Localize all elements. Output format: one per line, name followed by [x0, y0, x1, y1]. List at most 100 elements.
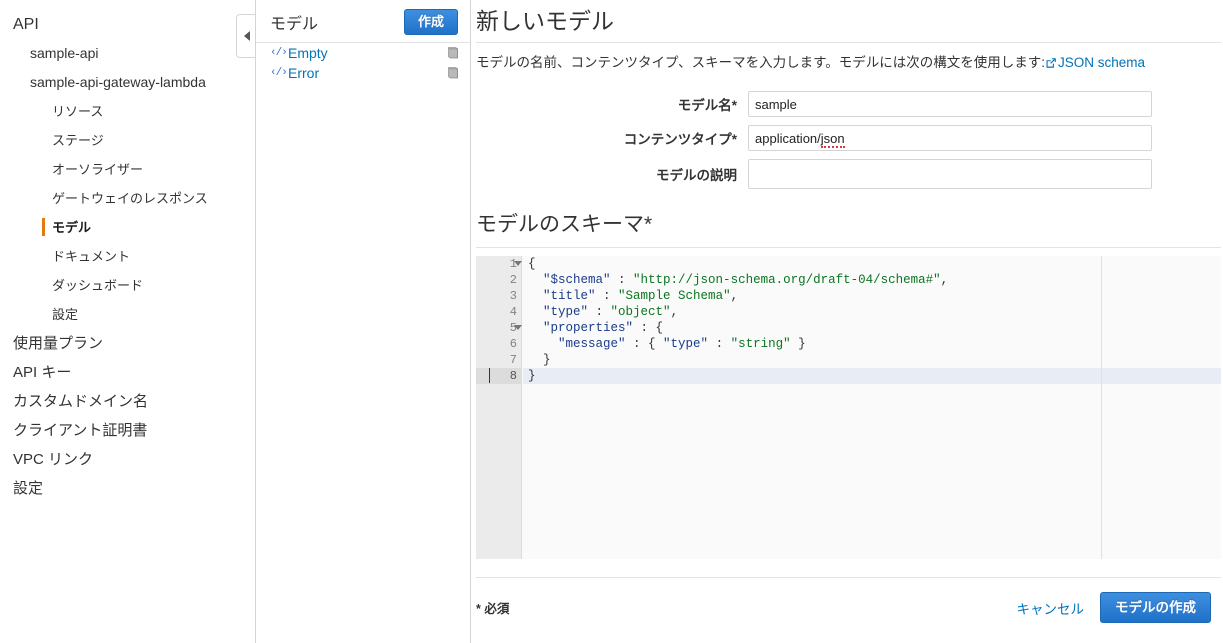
main-content: 新しいモデル モデルの名前、コンテンツタイプ、スキーマを入力します。モデルには次…: [471, 0, 1223, 643]
editor-code-line: {: [528, 257, 536, 271]
form-field-label: モデルの説明: [656, 168, 737, 183]
sidebar-selected-indicator: [42, 218, 45, 236]
editor-line-number: 6: [509, 337, 517, 351]
editor-code-line: }: [523, 368, 1221, 384]
editor-code-line: "$schema" : "http://json-schema.org/draf…: [543, 273, 949, 287]
sidebar-item-label: 設定: [52, 307, 79, 322]
sidebar-item-label: ゲートウェイのレスポンス: [52, 191, 208, 206]
sidebar-item-label: 設定: [13, 480, 44, 497]
editor-gutter: 12 3 456 78: [476, 256, 522, 559]
sidebar-item-1[interactable]: sample-api: [0, 39, 255, 68]
book-icon[interactable]: [446, 66, 460, 80]
form-field-label: モデル名*: [677, 98, 737, 113]
schema-divider: [476, 247, 1221, 248]
sidebar-nav-list: API sample-api sample-api-gateway-lambda リソ…: [0, 10, 255, 503]
form-row: モデルの説明: [471, 159, 1221, 189]
form-footer: * 必須 キャンセル モデルの作成: [471, 578, 1221, 623]
sidebar-item-label: モデル: [52, 220, 92, 235]
sidebar-item-label: リソース: [52, 104, 104, 119]
model-name-label: Error: [288, 65, 320, 81]
editor-code-area[interactable]: { "$schema" : "http://json-schema.org/dr…: [523, 256, 1221, 559]
models-list: ‹/› Empty ‹/› Error: [256, 43, 470, 83]
code-brackets-icon: ‹/›: [270, 47, 288, 59]
sidebar-item-label: カスタムドメイン名: [13, 393, 149, 410]
editor-line-number: 4: [509, 305, 517, 319]
sidebar-item-label: オーソライザー: [52, 162, 144, 177]
editor-code-line: }: [528, 353, 551, 367]
sidebar-item-label: sample-api-gateway-lambda: [30, 74, 206, 90]
sidebar-item-13[interactable]: カスタムドメイン名: [0, 387, 255, 416]
model-list-item[interactable]: ‹/› Error: [256, 63, 470, 83]
sidebar-item-0[interactable]: API: [0, 10, 255, 39]
json-schema-link[interactable]: JSON schema: [1045, 55, 1145, 70]
editor-code-line: "title" : "Sample Schema",: [543, 289, 739, 303]
create-model-submit-button[interactable]: モデルの作成: [1100, 592, 1211, 623]
sidebar-item-label: API キー: [13, 364, 72, 381]
sidebar-item-12[interactable]: API キー: [0, 358, 255, 387]
code-brackets-icon: ‹/›: [270, 67, 288, 79]
sidebar-item-label: API: [13, 16, 39, 33]
page-description-text: モデルの名前、コンテンツタイプ、スキーマを入力します。モデルには次の構文を使用し…: [476, 55, 1045, 70]
form-field-input[interactable]: [748, 159, 1152, 189]
external-link-icon: [1046, 58, 1056, 68]
json-schema-link-label: JSON schema: [1058, 55, 1146, 70]
form-row: コンテンツタイプ* application/json: [471, 125, 1221, 151]
sidebar-item-10[interactable]: 設定: [0, 300, 255, 329]
editor-line-number: 1: [476, 256, 522, 272]
book-icon[interactable]: [446, 46, 460, 60]
sidebar-collapse-handle[interactable]: [236, 14, 255, 58]
sidebar-item-9[interactable]: ダッシュボード: [0, 271, 255, 300]
footer-actions: キャンセル モデルの作成: [1017, 592, 1211, 623]
chevron-left-icon: [243, 31, 250, 41]
editor-code-line: "message" : { "type" : "string" }: [558, 337, 806, 351]
sidebar-item-label: VPC リンク: [13, 451, 94, 468]
models-list-title: モデル: [270, 15, 319, 33]
sidebar-item-label: ダッシュボード: [52, 278, 144, 293]
model-list-item[interactable]: ‹/› Empty: [256, 43, 470, 63]
sidebar-item-15[interactable]: VPC リンク: [0, 445, 255, 474]
sidebar-item-label: クライアント証明書: [13, 422, 148, 439]
editor-line-number: 8: [476, 368, 521, 384]
model-form: モデル名* コンテンツタイプ* application/json モデルの説明: [471, 91, 1221, 189]
editor-code-line: "type" : "object",: [543, 305, 679, 319]
sidebar-item-3[interactable]: リソース: [0, 97, 255, 126]
code-fold-toggle-icon[interactable]: [514, 261, 522, 266]
models-list-header: モデル 作成: [256, 0, 470, 43]
sidebar-item-16[interactable]: 設定: [0, 474, 255, 503]
models-list-panel: モデル 作成 ‹/› Empty ‹/› Error: [256, 0, 471, 643]
sidebar-item-5[interactable]: オーソライザー: [0, 155, 255, 184]
sidebar-item-label: 使用量プラン: [13, 335, 104, 352]
editor-caret: [489, 368, 490, 383]
sidebar-item-14[interactable]: クライアント証明書: [0, 416, 255, 445]
schema-code-editor[interactable]: 12 3 456 78 { "$schema" : "http://json-sche…: [476, 256, 1221, 559]
sidebar-item-label: ステージ: [52, 133, 104, 148]
sidebar-item-7[interactable]: モデル: [0, 213, 255, 242]
form-field-input[interactable]: application/json: [748, 125, 1152, 151]
code-fold-toggle-icon[interactable]: [514, 325, 522, 330]
form-field-label: コンテンツタイプ*: [623, 132, 737, 147]
editor-line-number: 7: [509, 353, 517, 367]
form-row: モデル名*: [471, 91, 1221, 117]
editor-code-line: "properties" : {: [543, 321, 664, 335]
sidebar-item-4[interactable]: ステージ: [0, 126, 255, 155]
sidebar-item-2[interactable]: sample-api-gateway-lambda: [0, 68, 255, 97]
sidebar-item-8[interactable]: ドキュメント: [0, 242, 255, 271]
model-name-label: Empty: [288, 45, 328, 61]
editor-print-margin: [1101, 256, 1102, 559]
schema-section-title: モデルのスキーマ*: [476, 213, 653, 236]
cancel-button[interactable]: キャンセル: [1017, 598, 1085, 618]
page-title: 新しいモデル: [476, 8, 614, 34]
create-model-button[interactable]: 作成: [403, 8, 458, 35]
form-field-input[interactable]: [748, 91, 1152, 117]
sidebar-item-label: ドキュメント: [52, 249, 131, 264]
app-window: API sample-api sample-api-gateway-lambda リソ…: [0, 0, 1223, 643]
editor-line-number: 3: [509, 289, 517, 303]
sidebar-item-6[interactable]: ゲートウェイのレスポンス: [0, 184, 255, 213]
page-description: モデルの名前、コンテンツタイプ、スキーマを入力します。モデルには次の構文を使用し…: [471, 43, 1221, 72]
sidebar-item-label: sample-api: [30, 45, 99, 61]
editor-line-number: 2: [509, 273, 517, 287]
editor-line-number: 5: [476, 320, 522, 336]
required-note: * 必須: [476, 602, 510, 616]
sidebar-item-11[interactable]: 使用量プラン: [0, 329, 255, 358]
left-sidebar: API sample-api sample-api-gateway-lambda リソ…: [0, 0, 256, 643]
